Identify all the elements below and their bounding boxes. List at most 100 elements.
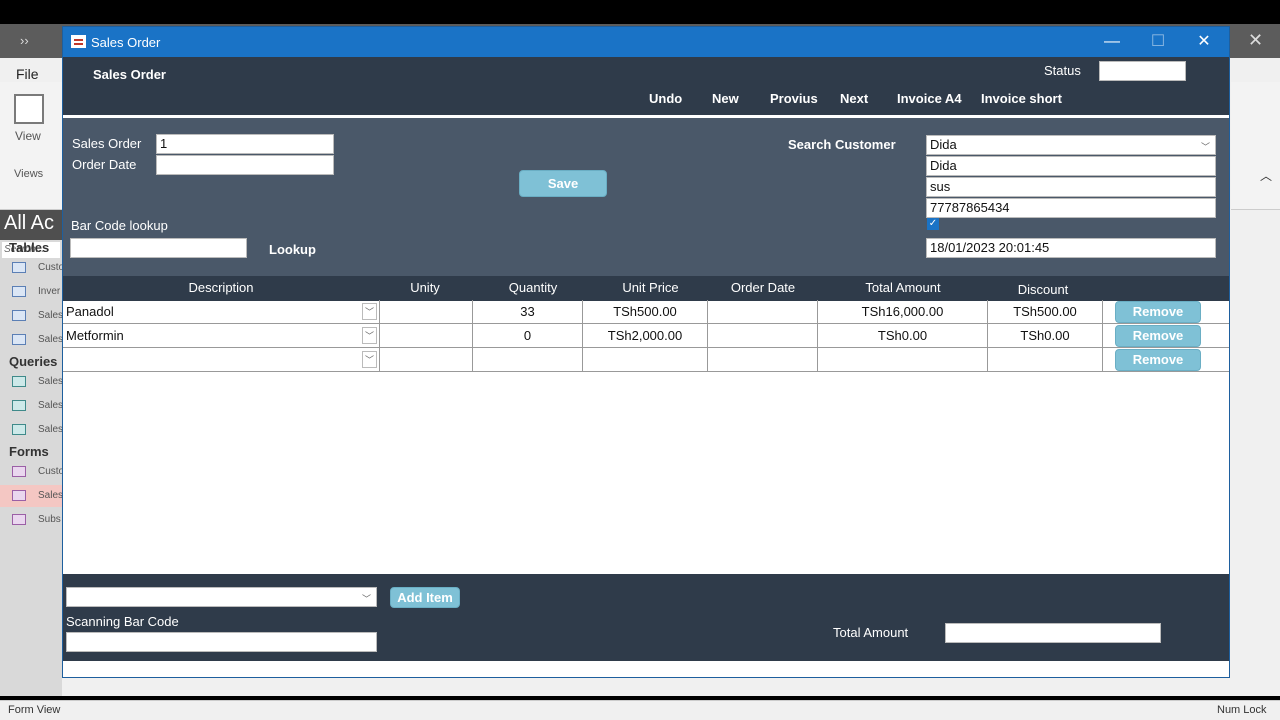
barcode-lookup-field[interactable] [70,238,247,258]
unity-cell[interactable] [380,300,473,324]
total-amount-field[interactable] [945,623,1161,643]
product-combobox[interactable]: ﹀ [66,587,377,607]
order-date-cell[interactable] [708,348,818,372]
customer-field-2[interactable]: sus [926,177,1216,197]
file-tab[interactable]: File [16,66,39,82]
nav-section-forms[interactable]: Forms [9,444,49,459]
datetime-field[interactable]: 18/01/2023 20:01:45 [926,238,1216,258]
remove-button[interactable]: Remove [1115,301,1201,323]
nav-section-tables[interactable]: Tables [9,240,49,255]
unit-price-cell[interactable] [583,348,708,372]
customer-phone-field[interactable]: 77787865434 [926,198,1216,218]
customer-checkbox[interactable]: ✓ [927,218,939,230]
chevron-down-icon[interactable]: ﹀ [359,591,374,608]
order-date-field[interactable] [156,155,334,175]
table-icon [12,286,26,297]
close-button[interactable]: ✕ [1181,31,1227,53]
view-icon[interactable] [14,94,44,124]
window-titlebar[interactable]: Sales Order — ☐ ✕ [63,27,1229,57]
discount-cell[interactable]: TSh0.00 [988,324,1103,348]
total-amount-label: Total Amount [833,625,909,640]
nav-table-item[interactable]: Custo [10,257,62,279]
discount-cell[interactable]: TSh500.00 [988,300,1103,324]
col-unit-price: Unit Price [622,280,679,295]
nav-table-item[interactable]: Sales [10,305,62,327]
invoice-a4-button[interactable]: Invoice A4 [897,91,962,106]
status-field[interactable] [1099,61,1186,81]
quantity-cell[interactable] [473,348,583,372]
invoice-short-button[interactable]: Invoice short [981,91,1062,106]
unit-price-cell[interactable]: TSh2,000.00 [583,324,708,348]
discount-cell[interactable] [988,348,1103,372]
nav-form-item-selected[interactable]: Sales [0,485,62,507]
chevron-down-icon[interactable]: ﹀ [362,327,377,344]
nav-title[interactable]: All Ac [4,212,54,235]
barcode-lookup-label: Bar Code lookup [71,218,168,233]
remove-button[interactable]: Remove [1115,325,1201,347]
query-icon [12,400,26,411]
close-icon[interactable]: ✕ [1248,30,1263,51]
chevron-down-icon[interactable]: ﹀ [362,351,377,368]
undo-button[interactable]: Undo [649,91,682,106]
row-end [1201,348,1229,372]
quantity-cell[interactable]: 0 [473,324,583,348]
collapse-ribbon-icon[interactable]: ︿ [1260,167,1272,184]
quantity-cell[interactable]: 33 [473,300,583,324]
next-button[interactable]: Next [840,91,868,106]
order-date-label: Order Date [72,157,137,172]
description-combobox[interactable]: Metformin ﹀ [63,324,380,348]
query-icon [12,376,26,387]
save-button[interactable]: Save [519,170,607,197]
previous-button[interactable]: Provius [770,91,818,106]
query-icon [12,424,26,435]
footer-bottom-strip [63,661,1229,677]
unity-cell[interactable] [380,324,473,348]
lookup-button[interactable]: Lookup [269,242,316,257]
chevron-right-icon[interactable]: ›› [20,33,29,48]
chevron-down-icon[interactable]: ﹀ [362,303,377,320]
scanning-barcode-field[interactable] [66,632,377,652]
scanning-barcode-label: Scanning Bar Code [66,614,179,629]
form-icon [12,490,26,501]
customer-combobox-value: Dida [930,137,957,152]
new-button[interactable]: New [712,91,739,106]
nav-form-item[interactable]: Subs [10,509,62,531]
table-icon [12,334,26,345]
table-row-new: ﹀ Remove [63,348,1229,372]
col-order-date: Order Date [730,280,796,295]
table-icon [12,310,26,321]
form-icon [12,514,26,525]
nav-query-item[interactable]: Sales [10,395,62,417]
nav-section-queries[interactable]: Queries [9,354,57,369]
window-title: Sales Order [91,35,161,50]
description-combobox[interactable]: Panadol ﹀ [63,300,380,324]
sales-order-window: Sales Order — ☐ ✕ Sales Order Status Und… [62,26,1230,678]
status-label: Status [1044,63,1081,78]
status-view: Form View [8,704,61,716]
unit-price-cell[interactable]: TSh500.00 [583,300,708,324]
nav-query-item[interactable]: Sales [10,419,62,441]
customer-combobox[interactable]: Dida ﹀ [926,135,1216,155]
chevron-down-icon[interactable]: ﹀ [1198,139,1213,156]
table-row: Metformin ﹀ 0 TSh2,000.00 TSh0.00 TSh0.00… [63,324,1229,348]
order-date-cell[interactable] [708,300,818,324]
sales-order-field[interactable]: 1 [156,134,334,154]
maximize-button[interactable]: ☐ [1135,31,1181,53]
remove-button[interactable]: Remove [1115,349,1201,371]
add-item-button[interactable]: Add Item [390,587,460,608]
order-date-cell[interactable] [708,324,818,348]
total-cell [818,348,988,372]
table-row: Panadol ﹀ 33 TSh500.00 TSh16,000.00 TSh50… [63,300,1229,324]
nav-query-item[interactable]: Sales [10,371,62,393]
col-description: Description [188,280,254,295]
minimize-button[interactable]: — [1089,31,1135,53]
nav-form-item[interactable]: Custo [10,461,62,483]
nav-table-item[interactable]: Sales [10,329,62,351]
view-button-label[interactable]: View [15,129,41,143]
col-total-amount: Total Amount [865,280,941,295]
description-combobox[interactable]: ﹀ [63,348,380,372]
unity-cell[interactable] [380,348,473,372]
customer-name-field[interactable]: Dida [926,156,1216,176]
table-icon [12,262,26,273]
nav-table-item[interactable]: Inver [10,281,62,303]
